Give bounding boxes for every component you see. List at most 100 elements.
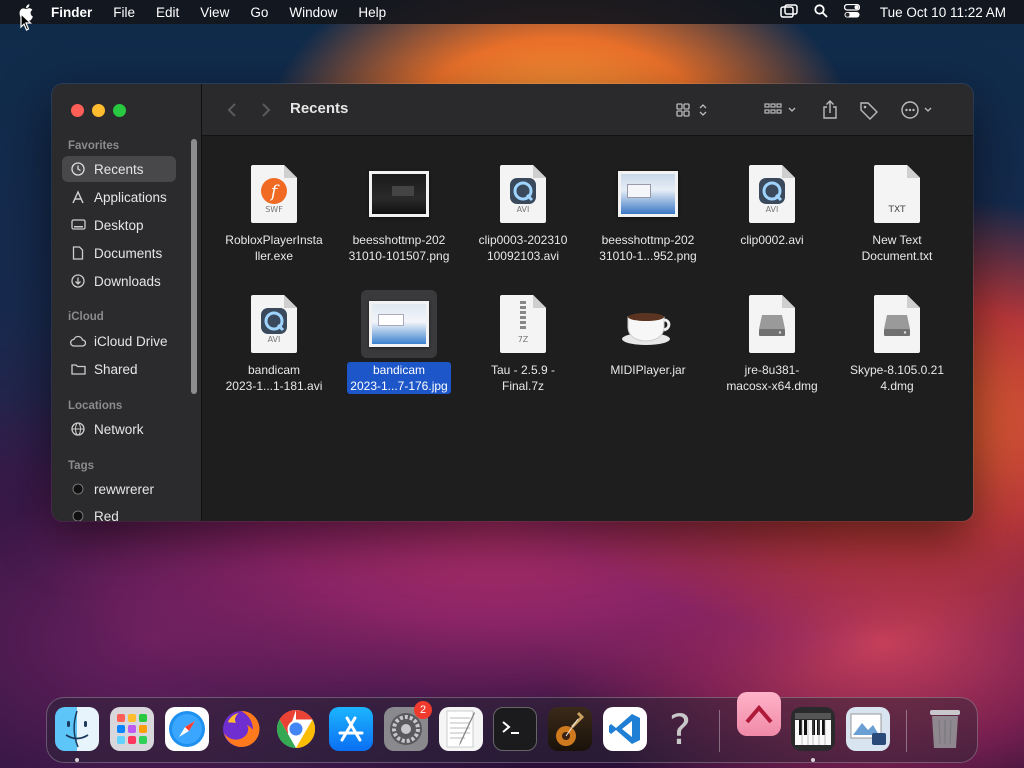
sidebar-section-tags: Tags (68, 460, 94, 472)
sidebar-item-label: Applications (94, 189, 167, 205)
icon-view-icon[interactable] (674, 98, 712, 122)
sidebar-item-recents[interactable]: Recents (62, 156, 176, 182)
sidebar-item-label: Shared (94, 361, 138, 377)
file-name: jre-8u381- macosx-x64.dmg (726, 363, 818, 393)
window-controls (71, 104, 126, 117)
file-item[interactable]: AVI bandicam 2023-1...1-181.avi (212, 290, 336, 394)
safari-icon[interactable] (165, 707, 209, 751)
pink-app-icon[interactable] (737, 692, 781, 736)
menu-edit[interactable]: Edit (156, 5, 179, 20)
dock-separator (906, 710, 907, 752)
sidebar-item-label: Desktop (94, 217, 144, 233)
file-item-selected[interactable]: bandicam 2023-1...7-176.jpg (337, 290, 461, 394)
cloud-icon (70, 333, 86, 349)
terminal-icon[interactable] (493, 707, 537, 751)
sidebar-item-shared[interactable]: Shared (62, 356, 176, 382)
zoom-button[interactable] (113, 104, 126, 117)
group-icon[interactable] (762, 98, 800, 122)
firefox-icon[interactable] (219, 707, 263, 751)
sidebar-item-label: Recents (94, 161, 144, 177)
garageband-icon[interactable] (548, 707, 592, 751)
document-icon (70, 245, 86, 261)
file-grid: f SWF RobloxPlayerInsta ller.exe beesshot… (202, 136, 973, 521)
sidebar-tag-red[interactable]: Red (62, 503, 176, 521)
spotlight-search-icon[interactable] (814, 3, 828, 21)
sidebar-tag-rewwrerer[interactable]: rewwrerer (62, 476, 176, 502)
more-actions-icon[interactable] (900, 98, 936, 122)
disk-image-icon (859, 290, 935, 358)
menu-bar: Finder File Edit View Go Window Help Tue… (0, 0, 1024, 24)
vscode-icon[interactable] (603, 707, 647, 751)
disk-image-icon (734, 290, 810, 358)
back-icon[interactable] (224, 98, 240, 122)
file-name: RobloxPlayerInsta ller.exe (225, 233, 323, 263)
file-type-tag: SWF (265, 205, 283, 214)
file-item[interactable]: jre-8u381- macosx-x64.dmg (710, 290, 834, 394)
sidebar-section-favorites: Favorites (68, 140, 120, 152)
sidebar-item-network[interactable]: Network (62, 416, 176, 442)
sidebar-item-label: Network (94, 421, 144, 437)
app-store-icon[interactable] (329, 707, 373, 751)
menu-view[interactable]: View (200, 5, 229, 20)
control-center-icon[interactable] (843, 3, 861, 21)
avi-file-icon: AVI (485, 160, 561, 228)
menu-window[interactable]: Window (289, 5, 337, 20)
file-item[interactable]: f SWF RobloxPlayerInsta ller.exe (212, 160, 336, 264)
minimize-button[interactable] (92, 104, 105, 117)
trash-icon[interactable] (923, 707, 967, 751)
menu-file[interactable]: File (113, 5, 135, 20)
window-stack-icon[interactable] (780, 3, 798, 21)
tag-dot-icon (70, 508, 86, 521)
file-name: beesshottmp-202 31010-101507.png (348, 233, 450, 263)
sidebar-scrollbar[interactable] (191, 139, 197, 394)
file-name: clip0002.avi (740, 233, 804, 247)
preview-icon[interactable] (846, 707, 890, 751)
file-name: bandicam 2023-1...7-176.jpg (347, 362, 451, 394)
sidebar-item-documents[interactable]: Documents (62, 240, 176, 266)
file-item[interactable]: AVI clip0002.avi (710, 160, 834, 248)
clock-icon (70, 161, 86, 177)
menu-go[interactable]: Go (250, 5, 268, 20)
tag-dot-icon (70, 481, 86, 497)
file-item[interactable]: beesshottmp-202 31010-1...952.png (586, 160, 710, 264)
share-icon[interactable] (820, 98, 840, 122)
image-thumbnail-icon (361, 160, 437, 228)
file-name: Tau - 2.5.9 - Final.7z (490, 363, 556, 393)
menu-help[interactable]: Help (358, 5, 386, 20)
sidebar-item-applications[interactable]: Applications (62, 184, 176, 210)
globe-icon (70, 421, 86, 437)
file-item[interactable]: Skype-8.105.0.21 4.dmg (835, 290, 959, 394)
file-name: bandicam 2023-1...1-181.avi (225, 363, 323, 393)
menu-finder[interactable]: Finder (51, 5, 92, 20)
file-name: New Text Document.txt (861, 233, 933, 263)
sidebar-item-downloads[interactable]: Downloads (62, 268, 176, 294)
sidebar-item-label: Documents (94, 245, 163, 261)
menu-bar-clock[interactable]: Tue Oct 10 11:22 AM (880, 5, 1006, 20)
sidebar-item-icloud-drive[interactable]: iCloud Drive (62, 328, 176, 354)
swf-file-icon: f SWF (236, 160, 312, 228)
tag-icon[interactable] (858, 98, 880, 122)
sidebar-item-label: rewwrerer (94, 481, 155, 497)
question-mark-icon[interactable]: ? (658, 705, 702, 754)
forward-icon[interactable] (258, 98, 274, 122)
textedit-icon[interactable] (439, 707, 483, 751)
running-indicator (75, 758, 79, 762)
sidebar-item-label: iCloud Drive (94, 333, 168, 349)
mouse-pointer-icon (20, 13, 32, 31)
applications-icon (70, 189, 86, 205)
launchpad-icon[interactable] (110, 707, 154, 751)
close-button[interactable] (71, 104, 84, 117)
download-icon (70, 273, 86, 289)
system-settings-icon[interactable]: 2 (384, 701, 432, 751)
file-type-tag: AVI (516, 205, 530, 214)
file-item[interactable]: TXT New Text Document.txt (835, 160, 959, 264)
file-item[interactable]: MIDIPlayer.jar (586, 290, 710, 378)
file-item[interactable]: beesshottmp-202 31010-101507.png (337, 160, 461, 264)
file-type-tag: 7Z (517, 335, 529, 344)
file-item[interactable]: 7Z Tau - 2.5.9 - Final.7z (461, 290, 585, 394)
finder-icon[interactable] (55, 707, 99, 751)
piano-icon[interactable] (791, 707, 835, 751)
chrome-icon[interactable] (274, 707, 318, 751)
file-item[interactable]: AVI clip0003-202310 10092103.avi (461, 160, 585, 264)
sidebar-item-desktop[interactable]: Desktop (62, 212, 176, 238)
